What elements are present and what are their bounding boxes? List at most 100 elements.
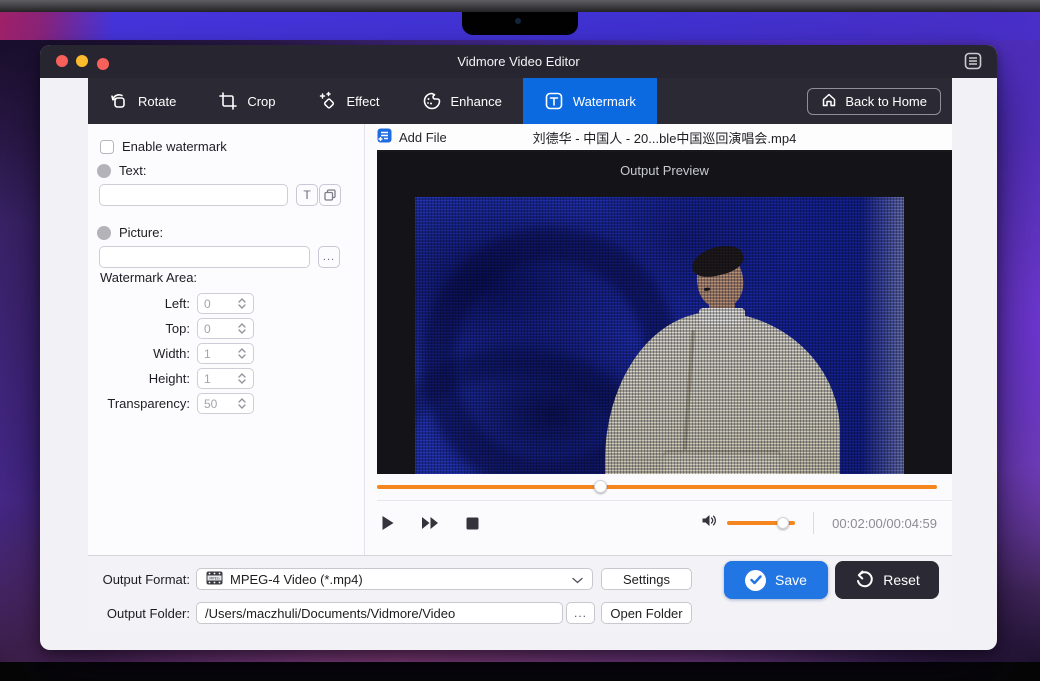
watermark-icon [544, 91, 564, 111]
display-bezel-top [0, 0, 1040, 12]
minimize-window-button[interactable] [76, 55, 88, 67]
field-value: 1 [198, 347, 234, 361]
stepper-up-icon [238, 298, 246, 303]
tab-label: Crop [247, 94, 275, 109]
tab-crop[interactable]: Crop [197, 78, 296, 124]
width-stepper[interactable]: 1 [197, 343, 254, 364]
output-preview: Output Preview [377, 152, 952, 474]
save-label: Save [775, 572, 807, 588]
watermark-text-input[interactable] [99, 184, 288, 206]
speaker-icon[interactable] [701, 513, 717, 533]
close-app-button[interactable] [97, 58, 109, 70]
controls-divider [813, 512, 814, 534]
output-format-value: MPEG-4 Video (*.mp4) [230, 572, 363, 587]
svg-text:MPEG: MPEG [209, 576, 220, 580]
transparency-stepper[interactable]: 50 [197, 393, 254, 414]
picture-radio[interactable] [97, 226, 111, 240]
stepper-up-icon [238, 348, 246, 353]
seek-slider[interactable] [377, 485, 937, 489]
picture-browse-button[interactable]: ... [318, 246, 340, 268]
field-label: Height: [100, 371, 190, 386]
stepper-up-icon [238, 323, 246, 328]
tab-watermark[interactable]: Watermark [523, 78, 657, 124]
reset-icon [854, 569, 874, 592]
field-row-height: Height: 1 [100, 366, 254, 391]
open-folder-button[interactable]: Open Folder [601, 602, 692, 624]
add-file-button[interactable]: Add File [377, 128, 447, 146]
chevron-down-icon [572, 572, 583, 587]
output-format-dropdown[interactable]: MPEG MPEG-4 Video (*.mp4) [196, 568, 593, 590]
stepper-up-icon [238, 398, 246, 403]
height-stepper[interactable]: 1 [197, 368, 254, 389]
field-row-width: Width: 1 [100, 341, 254, 366]
seek-slider-knob[interactable] [594, 480, 607, 493]
top-stepper[interactable]: 0 [197, 318, 254, 339]
output-folder-label: Output Folder: [92, 606, 190, 621]
pane-filler [377, 545, 952, 555]
left-stepper[interactable]: 0 [197, 293, 254, 314]
text-option-row: Text: [97, 163, 146, 178]
field-row-top: Top: 0 [100, 316, 254, 341]
field-label: Transparency: [100, 396, 190, 411]
volume-slider-knob[interactable] [777, 517, 789, 529]
field-label: Top: [100, 321, 190, 336]
watermark-area-label: Watermark Area: [100, 270, 197, 285]
camera-icon [515, 18, 521, 24]
output-folder-input[interactable]: /Users/maczhuli/Documents/Vidmore/Video [196, 602, 563, 624]
tab-enhance[interactable]: Enhance [401, 78, 523, 124]
rotate-icon [109, 91, 129, 111]
field-row-transparency: Transparency: 50 [100, 391, 254, 416]
list-panel-icon[interactable] [964, 52, 982, 70]
stop-button[interactable] [466, 517, 479, 530]
effect-icon [318, 91, 338, 111]
preview-pane: Add File 刘德华 - 中国人 - 20...ble中国巡回演唱会.mp4… [365, 124, 952, 555]
field-label: Width: [100, 346, 190, 361]
output-folder-value: /Users/maczhuli/Documents/Vidmore/Video [205, 606, 455, 621]
open-folder-label: Open Folder [610, 606, 682, 621]
folder-browse-button[interactable]: ... [566, 602, 595, 624]
add-file-label: Add File [399, 130, 447, 145]
enable-watermark-checkbox[interactable] [100, 140, 114, 154]
field-value: 50 [198, 397, 234, 411]
font-style-button[interactable]: T [296, 184, 318, 206]
stepper-down-icon [238, 354, 246, 359]
back-to-home-button[interactable]: Back to Home [807, 88, 941, 115]
volume-slider[interactable] [727, 521, 795, 525]
play-button[interactable] [381, 515, 395, 531]
tab-effect[interactable]: Effect [297, 78, 401, 124]
close-window-button[interactable] [56, 55, 68, 67]
picture-label: Picture: [119, 225, 163, 240]
back-to-home-label: Back to Home [845, 94, 927, 109]
text-radio[interactable] [97, 164, 111, 178]
picture-option-row: Picture: [97, 225, 163, 240]
add-file-icon [377, 128, 392, 146]
fast-forward-button[interactable] [421, 516, 440, 530]
output-preview-title: Output Preview [377, 152, 952, 178]
stepper-down-icon [238, 379, 246, 384]
output-bar: Output Format: MPEG MPEG-4 Video (*.mp4)… [88, 555, 952, 631]
text-color-button[interactable] [319, 184, 341, 206]
playback-controls: 00:02:00/00:04:59 [377, 500, 952, 545]
app-window: Vidmore Video Editor Rotate Crop Effect [40, 45, 997, 650]
home-icon [821, 92, 837, 111]
settings-button[interactable]: Settings [601, 568, 692, 590]
field-value: 0 [198, 322, 234, 336]
mpeg-format-icon: MPEG [206, 571, 223, 588]
video-frame [415, 197, 904, 474]
watermark-panel: Enable watermark Text: T Picture: [88, 124, 365, 555]
tab-label: Effect [347, 94, 380, 109]
stepper-down-icon [238, 304, 246, 309]
screen: Vidmore Video Editor Rotate Crop Effect [0, 0, 1040, 681]
reset-button[interactable]: Reset [835, 561, 939, 599]
enable-watermark-label: Enable watermark [122, 139, 227, 154]
field-value: 1 [198, 372, 234, 386]
save-button[interactable]: Save [724, 561, 828, 599]
watermark-picture-input[interactable] [99, 246, 310, 268]
settings-label: Settings [623, 572, 670, 587]
text-label: Text: [119, 163, 146, 178]
window-title: Vidmore Video Editor [457, 54, 579, 69]
app-body: Rotate Crop Effect Enhance Watermark [88, 78, 952, 631]
tab-rotate[interactable]: Rotate [88, 78, 197, 124]
progress-row [377, 474, 952, 500]
current-filename: 刘德华 - 中国人 - 20...ble中国巡回演唱会.mp4 [377, 128, 952, 147]
